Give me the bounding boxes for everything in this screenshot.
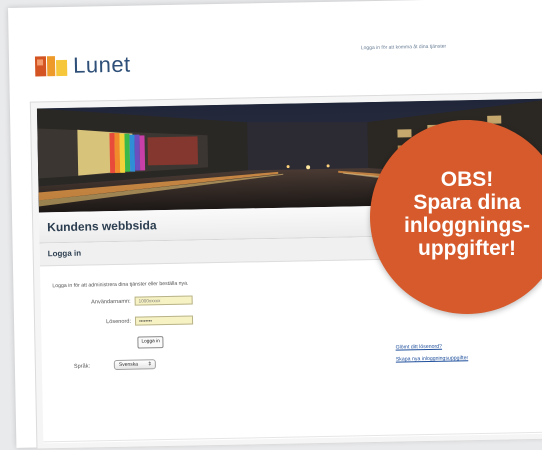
new-credentials-link[interactable]: Skapa nya inloggningsuppgifter bbox=[396, 355, 468, 362]
forgot-password-link[interactable]: Glömt ditt lösenord? bbox=[396, 344, 443, 351]
login-intro: Logga in för att administrera dina tjäns… bbox=[52, 280, 189, 290]
brand-name: Lunet bbox=[72, 51, 131, 78]
login-title: Logga in bbox=[47, 248, 82, 259]
chevron-updown-icon: ⇕ bbox=[147, 361, 152, 368]
username-label: Användarnamn: bbox=[91, 298, 131, 306]
password-label: Lösenord: bbox=[106, 318, 132, 326]
site-title: Kundens webbsida bbox=[47, 218, 157, 235]
language-label: Språk: bbox=[73, 363, 91, 370]
login-button[interactable]: Logga in bbox=[137, 336, 164, 349]
username-input[interactable]: 1000xxxxx bbox=[134, 295, 193, 306]
language-select[interactable]: Svenska ⇕ bbox=[113, 359, 156, 371]
panel-divider bbox=[43, 431, 542, 443]
badge-line-2: Spara dina bbox=[413, 191, 521, 214]
lunet-logo[interactable]: Lunet bbox=[34, 51, 131, 80]
badge-line-1: OBS! bbox=[440, 168, 494, 191]
header-note: Logga in för att komma åt dina tjänster bbox=[360, 43, 447, 52]
badge-line-3: inloggnings- bbox=[404, 214, 530, 237]
password-input[interactable]: •••••••• bbox=[134, 315, 194, 326]
language-selected: Svenska bbox=[118, 361, 139, 368]
logo-mark-icon bbox=[34, 56, 68, 77]
badge-line-4: uppgifter! bbox=[418, 237, 516, 260]
